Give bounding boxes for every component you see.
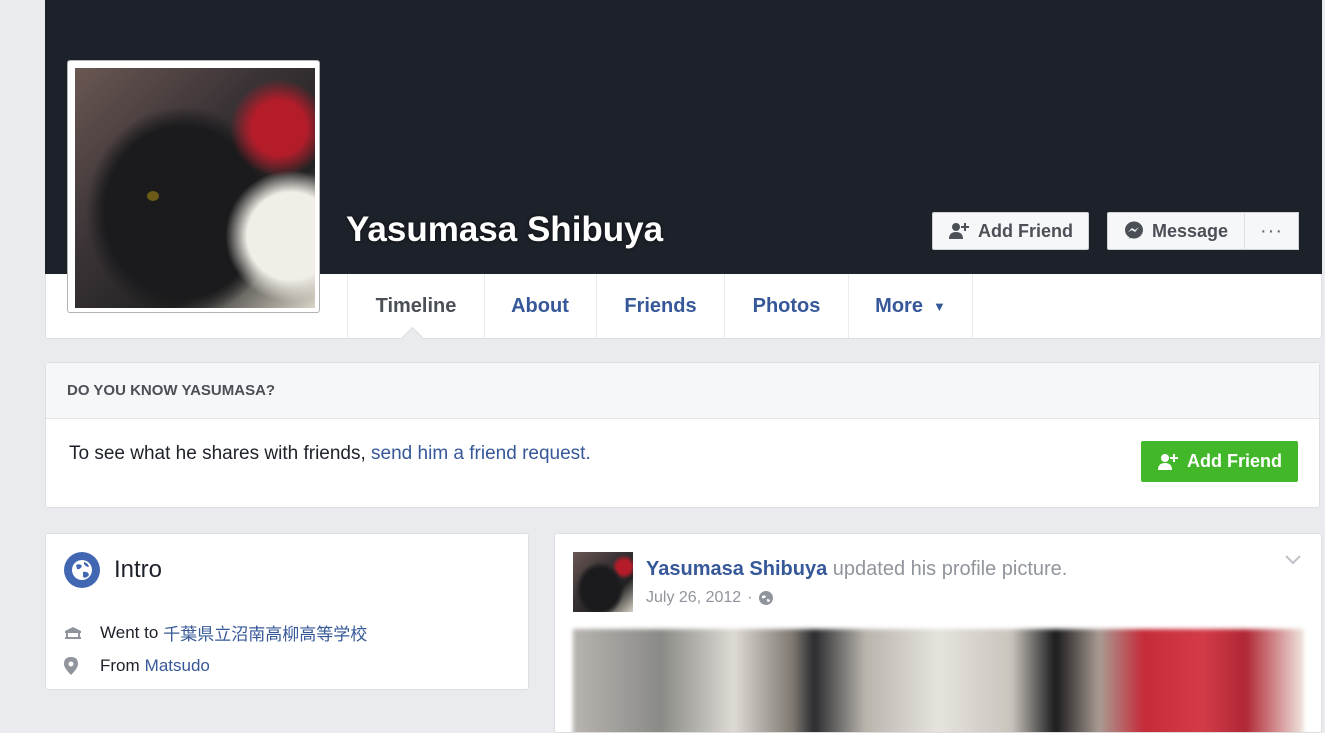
post-date-link[interactable]: July 26, 2012 (646, 589, 741, 607)
dog-eye (147, 191, 159, 201)
chevron-down-icon[interactable] (1285, 552, 1301, 568)
friend-request-link[interactable]: send him a friend request. (371, 443, 591, 464)
add-friend-icon (949, 223, 969, 239)
intro-title: Intro (114, 556, 163, 583)
school-icon (65, 626, 81, 639)
caret-down-icon: ▼ (932, 298, 946, 314)
post-author-link[interactable]: Yasumasa Shibuya (646, 558, 827, 580)
messenger-icon (1125, 221, 1143, 239)
post-meta: July 26, 2012 · (646, 589, 773, 607)
tab-photos[interactable]: Photos (725, 274, 849, 338)
message-button[interactable]: Message (1107, 212, 1245, 250)
profile-name[interactable]: Yasumasa Shibuya (346, 210, 663, 250)
tab-about[interactable]: About (484, 274, 597, 338)
profile-picture-image (75, 68, 315, 308)
intro-card: Intro Went to 千葉県立沼南高柳高等学校 From Matsudo (45, 533, 529, 690)
public-globe-icon (758, 591, 773, 605)
post-author-avatar[interactable] (573, 552, 633, 612)
know-card-heading: DO YOU KNOW YASUMASA? (46, 363, 1319, 419)
post-headline: Yasumasa Shibuya updated his profile pic… (646, 558, 1068, 580)
more-dots-icon: ··· (1260, 219, 1283, 242)
add-friend-button[interactable]: Add Friend (932, 212, 1089, 250)
post-photo[interactable] (573, 629, 1304, 732)
globe-icon (64, 552, 100, 588)
tab-timeline[interactable]: Timeline (347, 274, 485, 338)
intro-education-row: Went to 千葉県立沼南高柳高等学校 (65, 620, 367, 645)
more-options-button[interactable]: ··· (1244, 212, 1299, 250)
intro-hometown-row: From Matsudo (64, 656, 210, 676)
tab-friends[interactable]: Friends (597, 274, 725, 338)
hometown-link[interactable]: Matsudo (145, 656, 210, 676)
add-friend-icon (1158, 453, 1178, 470)
timeline-post: Yasumasa Shibuya updated his profile pic… (554, 533, 1322, 733)
tab-more[interactable]: More ▼ (849, 274, 973, 338)
know-card-text: To see what he shares with friends, send… (69, 443, 591, 464)
add-friend-green-button[interactable]: Add Friend (1141, 441, 1298, 482)
school-link[interactable]: 千葉県立沼南高柳高等学校 (163, 620, 367, 645)
profile-picture[interactable] (67, 60, 320, 313)
location-pin-icon (64, 657, 78, 675)
know-user-card: DO YOU KNOW YASUMASA? To see what he sha… (45, 362, 1320, 508)
